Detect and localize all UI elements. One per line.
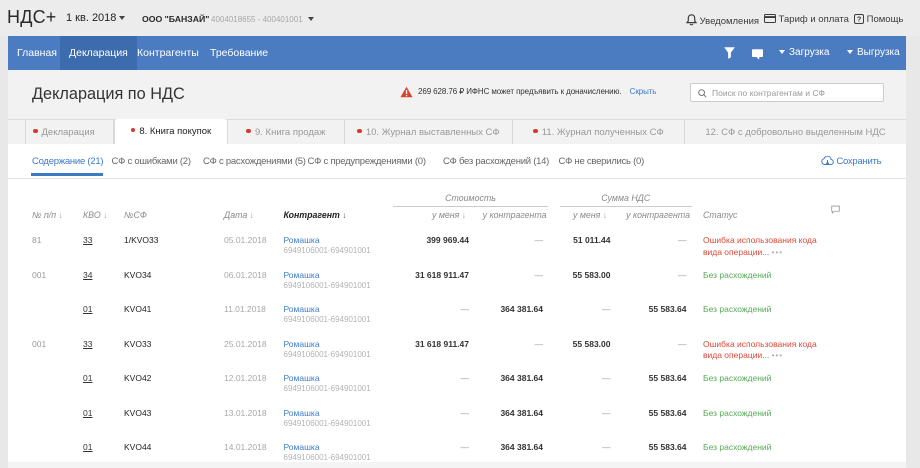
svg-text:?: ? [857,15,862,24]
